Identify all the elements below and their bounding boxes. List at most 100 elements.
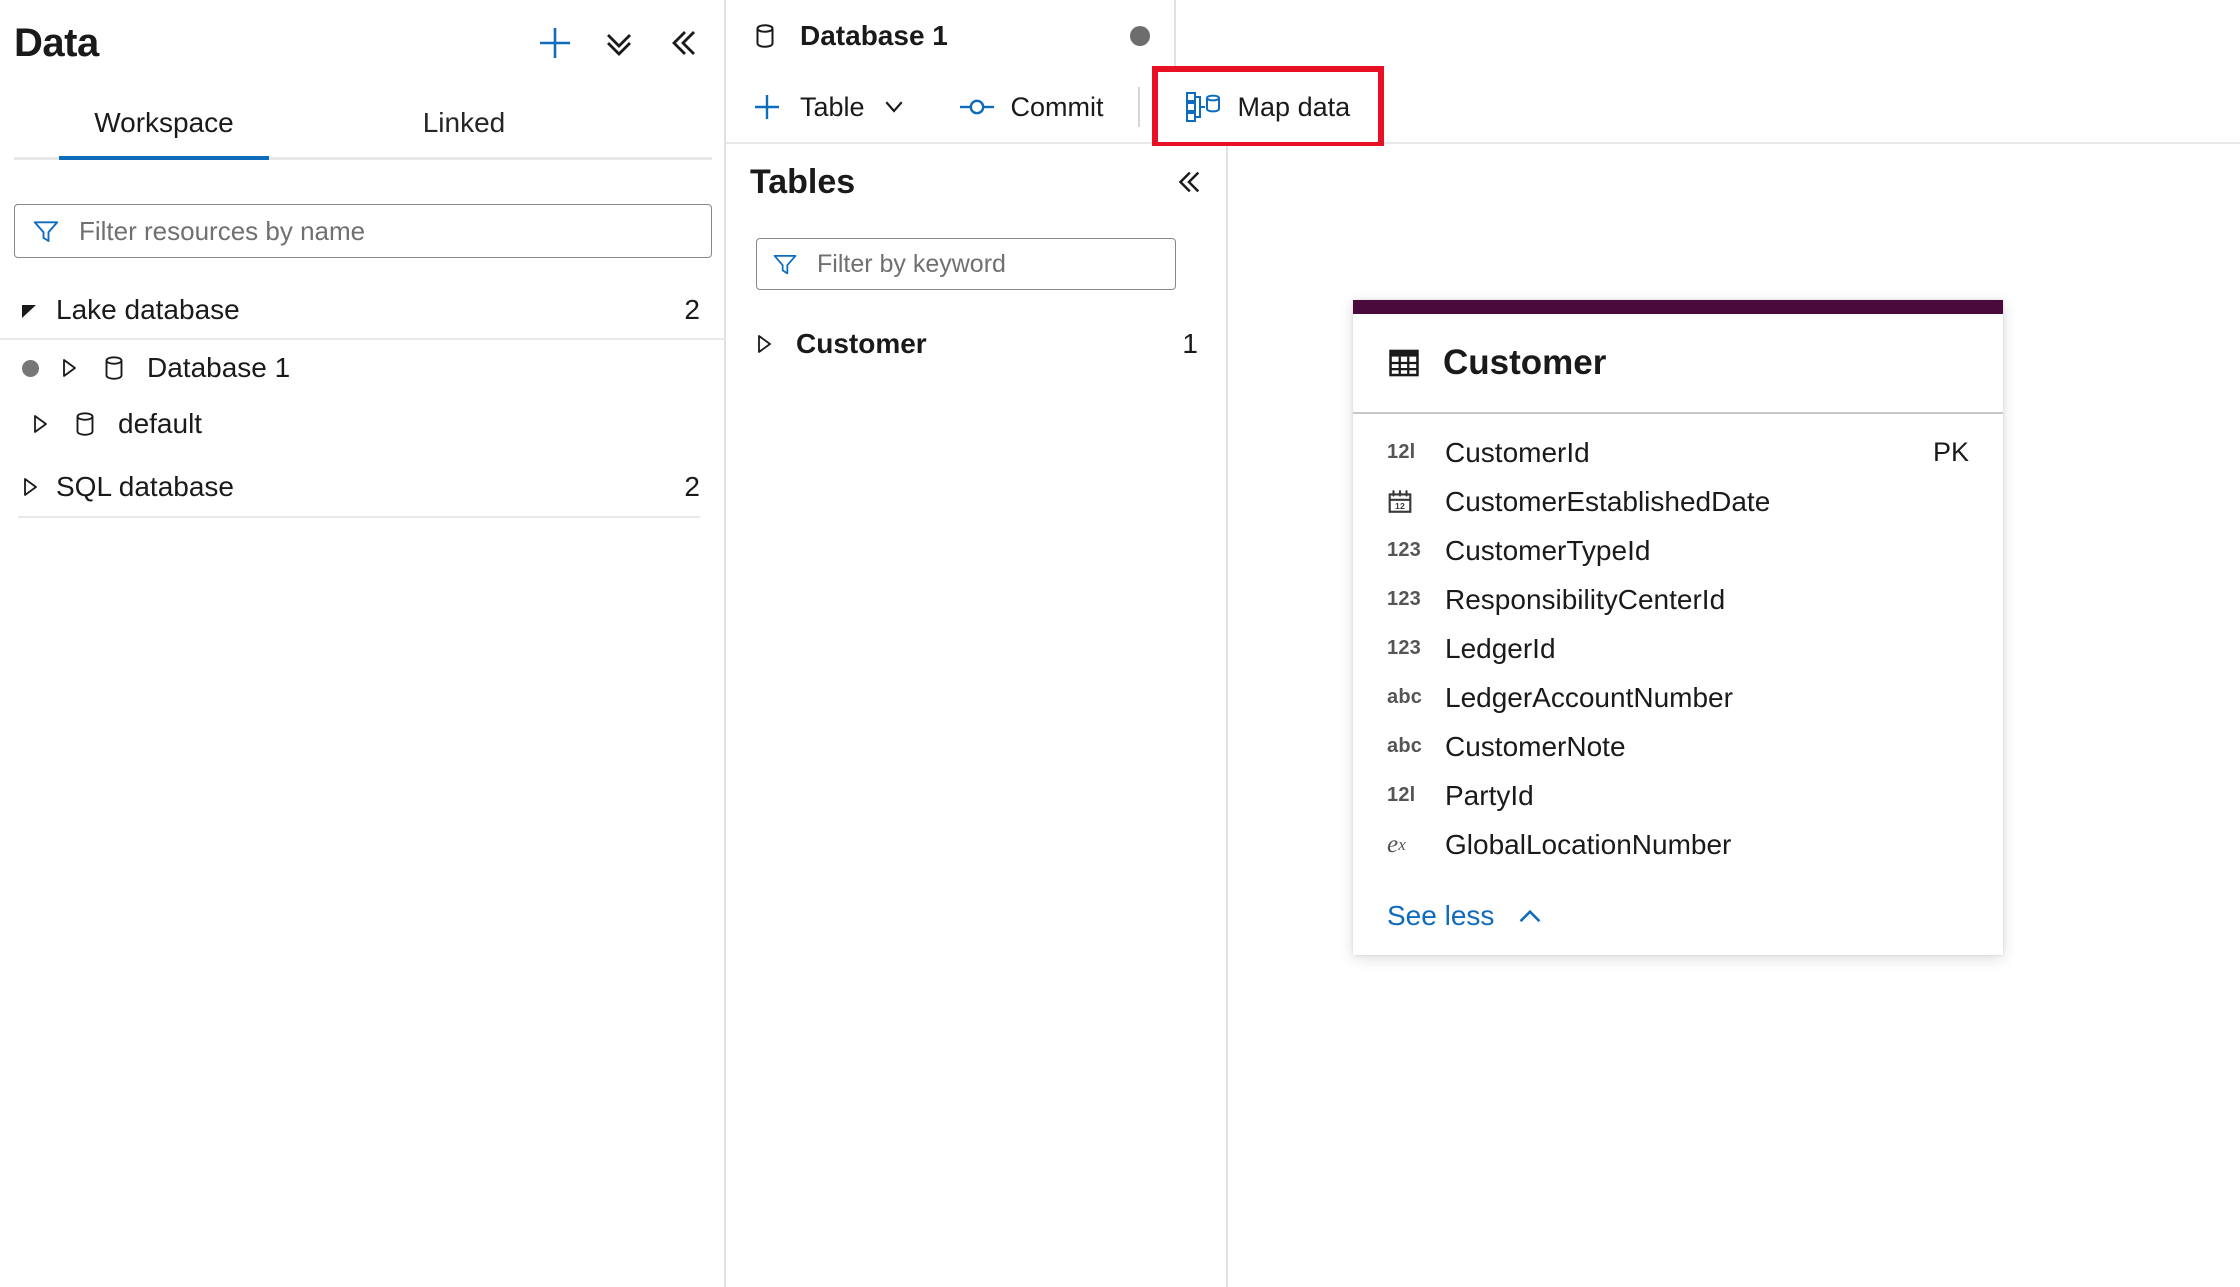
tree-divider: [18, 516, 700, 518]
page-title: Data: [14, 20, 99, 65]
sidebar-item-sql-database[interactable]: SQL database 2: [0, 458, 726, 516]
column-name: CustomerEstablishedDate: [1445, 485, 1771, 517]
svg-text:12: 12: [1395, 501, 1405, 511]
entity-card-header: Customer: [1353, 314, 2003, 414]
column-name: CustomerId: [1445, 436, 1590, 468]
status-dot: [22, 359, 39, 377]
tables-collapse-button[interactable]: [1172, 166, 1204, 198]
data-panel-actions: [534, 22, 704, 64]
data-panel-header: Data: [0, 0, 726, 86]
tables-panel: Tables Filter by keyword Customer 1: [726, 146, 1228, 1287]
map-data-icon: [1185, 92, 1220, 122]
command-bar: Table Commit Map data: [726, 66, 2240, 148]
sidebar-item-lake-database[interactable]: Lake database 2: [0, 282, 726, 340]
sidebar-item-database-1[interactable]: Database 1: [0, 340, 726, 396]
see-less-label: See less: [1387, 900, 1495, 931]
type-icon-integer: 123: [1387, 539, 1421, 561]
type-icon-decimal: ex: [1387, 830, 1407, 858]
document-tab-label: Database 1: [800, 20, 948, 51]
list-item-label: Customer: [796, 328, 927, 359]
commit-button[interactable]: Commit: [943, 79, 1120, 135]
type-icon-long: 12l: [1387, 441, 1416, 463]
database-icon: [756, 24, 774, 48]
command-bar-separator: [1137, 87, 1140, 127]
column-name: ResponsibilityCenterId: [1445, 583, 1726, 615]
tables-panel-title: Tables: [750, 162, 856, 201]
sidebar-item-label: Lake database: [56, 294, 240, 325]
sidebar-item-label: Database 1: [147, 352, 291, 383]
entity-column-row[interactable]: abc LedgerAccountNumber: [1353, 673, 2003, 722]
filter-resources-input[interactable]: Filter resources by name: [14, 204, 712, 258]
resource-tree: Lake database 2 Database 1 default SQL d…: [0, 282, 726, 518]
status-badge: PK: [1932, 437, 1969, 467]
entity-column-row[interactable]: 123 CustomerTypeId: [1353, 526, 2003, 575]
type-icon-string: abc: [1387, 735, 1423, 757]
collapse-panel-button[interactable]: [662, 22, 704, 64]
commit-icon: [959, 99, 994, 115]
entity-column-row[interactable]: 12l CustomerId PK: [1353, 428, 2003, 477]
list-item-customer[interactable]: Customer 1: [726, 316, 1228, 372]
triangle-right-icon: [24, 478, 37, 496]
sidebar-item-default[interactable]: default: [0, 396, 726, 452]
column-name: CustomerNote: [1445, 730, 1626, 762]
type-icon-integer: 123: [1387, 637, 1421, 659]
column-name: CustomerTypeId: [1445, 534, 1651, 566]
double-chevron-left-icon: [1178, 171, 1200, 193]
add-button[interactable]: [534, 22, 576, 64]
sidebar-item-count: 2: [684, 471, 700, 502]
entity-accent-bar: [1353, 300, 2003, 314]
entity-column-list: 12l CustomerId PK 12 CustomerEstablished…: [1353, 414, 2003, 877]
map-data-button[interactable]: Map data: [1151, 66, 1385, 148]
app-root: Data Workspace Linked Filter resources b…: [0, 0, 2240, 1287]
map-data-label: Map data: [1237, 91, 1351, 122]
calendar-icon: 12: [1388, 489, 1412, 513]
document-tab-database-1[interactable]: Database 1: [726, 0, 1176, 72]
tables-filter-input[interactable]: Filter by keyword: [756, 238, 1176, 290]
tables-panel-header: Tables: [726, 146, 1228, 218]
filter-icon: [773, 254, 797, 275]
add-table-button[interactable]: Table: [734, 79, 925, 135]
column-name: PartyId: [1445, 779, 1534, 811]
type-icon-long: 12l: [1387, 784, 1416, 806]
commit-label: Commit: [1010, 91, 1104, 122]
plus-icon: [755, 95, 779, 119]
chevron-down-icon: [884, 101, 903, 113]
expand-all-button[interactable]: [598, 22, 640, 64]
tables-filter-placeholder: Filter by keyword: [817, 249, 1006, 278]
filter-resources-placeholder: Filter resources by name: [79, 215, 366, 246]
filter-icon: [33, 221, 59, 242]
database-icon: [76, 412, 94, 436]
type-icon-calendar: 12: [1387, 489, 1429, 515]
chevron-up-icon: [1514, 900, 1546, 932]
column-name: LedgerId: [1445, 632, 1556, 664]
entity-column-row[interactable]: 12l PartyId: [1353, 771, 2003, 820]
chevron-up-glyph: [1520, 909, 1541, 923]
entity-column-row[interactable]: abc CustomerNote: [1353, 722, 2003, 771]
triangle-right-icon: [34, 415, 47, 433]
see-less-button[interactable]: See less: [1353, 877, 2003, 955]
column-name: LedgerAccountNumber: [1445, 681, 1733, 713]
list-item-count: 1: [1182, 328, 1198, 359]
entity-column-row[interactable]: 123 ResponsibilityCenterId: [1353, 575, 2003, 624]
entity-card-customer[interactable]: Customer 12l CustomerId PK 12 CustomerEs…: [1353, 300, 2003, 955]
tab-workspace[interactable]: Workspace: [14, 90, 314, 160]
add-table-label: Table: [800, 91, 865, 122]
sidebar-item-label: SQL database: [56, 471, 234, 502]
type-icon-string: abc: [1387, 686, 1423, 708]
entity-card-title: Customer: [1443, 343, 1607, 382]
data-panel-tabs: Workspace Linked: [14, 90, 712, 160]
plus-icon: [540, 28, 570, 58]
unsaved-indicator-dot: [1130, 26, 1150, 46]
entity-column-row[interactable]: ex GlobalLocationNumber: [1353, 820, 2003, 869]
tab-linked[interactable]: Linked: [314, 90, 614, 157]
sidebar-item-label: default: [118, 408, 203, 439]
data-panel: Data Workspace Linked Filter resources b…: [0, 0, 726, 1287]
double-chevron-down-icon: [607, 34, 631, 56]
table-icon: [1389, 349, 1419, 377]
entity-column-row[interactable]: 123 LedgerId: [1353, 624, 2003, 673]
double-chevron-left-icon: [672, 31, 695, 55]
entity-canvas[interactable]: Customer 12l CustomerId PK 12 CustomerEs…: [1228, 146, 2240, 1287]
sidebar-item-count: 2: [684, 294, 700, 325]
entity-column-row[interactable]: 12 CustomerEstablishedDate: [1353, 477, 2003, 526]
tables-list: Customer 1: [726, 316, 1228, 372]
